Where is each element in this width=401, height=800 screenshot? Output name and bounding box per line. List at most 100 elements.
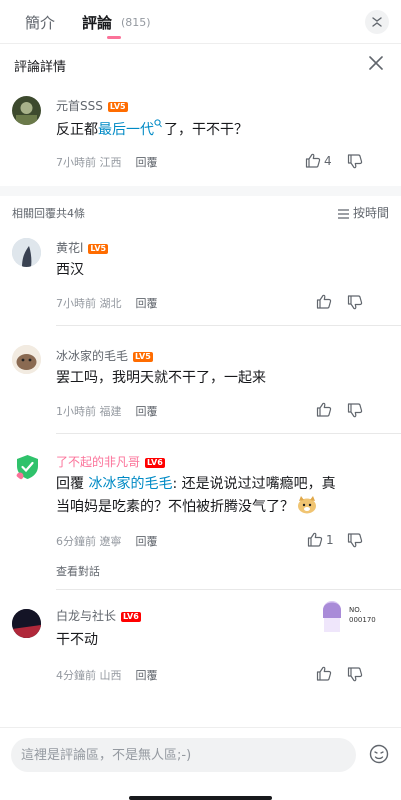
reply-text: 西汉	[56, 262, 84, 278]
tab-comments[interactable]: 評論	[82, 12, 112, 33]
username-text: 元首SSS	[56, 99, 103, 113]
thumbs-down-icon	[347, 154, 363, 169]
thumbs-up-icon	[316, 402, 332, 417]
close-button[interactable]	[367, 54, 385, 72]
time-location: 1小時前 福建	[56, 405, 122, 418]
thumbs-up-icon	[316, 666, 332, 681]
tab-intro[interactable]: 簡介	[25, 12, 55, 33]
reply-prefix: 回覆	[56, 476, 89, 492]
like-button[interactable]: 1	[307, 532, 334, 547]
comment-input[interactable]	[11, 738, 356, 772]
thumbs-down-icon	[347, 533, 363, 548]
reply-item: 了不起的非凡哥 LV6 回覆 冰冰家的毛毛: 还是说说过过嘴瘾吧，真当咱妈是吃素的…	[0, 444, 401, 590]
close-icon	[369, 56, 383, 70]
fan-badge: NO. 000170	[318, 598, 386, 634]
username-text: 白龙与社长	[56, 609, 117, 623]
thumbs-down-icon	[347, 667, 363, 682]
collapse-icon	[372, 17, 382, 27]
home-indicator	[129, 796, 272, 800]
doge-emoji-icon	[298, 496, 316, 514]
thumbs-down-icon	[347, 403, 363, 418]
comment-input-bar	[0, 727, 401, 800]
reply-item: 冰冰家的毛毛 LV5 罢工吗，我明天就不干了，一起来 1小時前 福建 回覆	[0, 336, 401, 434]
thumbs-up-icon	[316, 294, 332, 309]
like-button[interactable]	[316, 402, 332, 417]
reply-button[interactable]: 回覆	[136, 297, 158, 310]
reply-text: 干不动	[56, 632, 98, 648]
time-location: 7小時前 江西	[56, 156, 122, 169]
username-text: 黄花l	[56, 241, 84, 255]
reply-meta: 4分鐘前 山西 回覆	[56, 667, 158, 683]
comment-meta: 7小時前 江西 回覆	[56, 154, 158, 170]
time-location: 4分鐘前 山西	[56, 669, 122, 682]
reply-text: 回覆 冰冰家的毛毛: 还是说说过过嘴瘾吧，真当咱妈是吃素的？不怕被折腾没气了？	[56, 473, 338, 519]
like-button[interactable]: 4	[305, 153, 332, 168]
divider	[56, 325, 401, 326]
time-location: 6分鐘前 遼寧	[56, 535, 122, 548]
level-badge: LV5	[107, 102, 128, 112]
reply-item: 白龙与社长 LV6 干不动 NO. 000170 4分鐘前 山西 回覆	[0, 596, 401, 696]
thumbs-up-icon	[305, 153, 321, 168]
level-badge: LV6	[145, 458, 165, 468]
search-link[interactable]: 最后一代	[98, 122, 154, 138]
username[interactable]: 元首SSS LV5	[56, 97, 128, 114]
avatar[interactable]	[12, 96, 41, 125]
emoji-button[interactable]	[369, 744, 389, 768]
divider	[56, 433, 401, 434]
like-count: 1	[326, 533, 334, 547]
thumbs-down-icon	[347, 295, 363, 310]
reply-item: 黄花l LV5 西汉 7小時前 湖北 回覆	[0, 228, 401, 326]
divider	[56, 589, 401, 590]
view-conversation-link[interactable]: 查看對話	[56, 563, 100, 579]
level-badge: LV6	[121, 612, 141, 622]
fan-badge-avatar-icon	[323, 601, 341, 632]
like-button[interactable]	[316, 666, 332, 681]
search-icon	[154, 119, 162, 128]
dislike-button[interactable]	[347, 533, 363, 548]
username[interactable]: 白龙与社长 LV6	[56, 607, 141, 624]
reply-button[interactable]: 回覆	[136, 405, 158, 418]
fan-badge-number: NO. 000170	[349, 606, 376, 624]
mention-link[interactable]: 冰冰家的毛毛	[88, 476, 172, 492]
like-count: 4	[324, 154, 332, 168]
username[interactable]: 了不起的非凡哥 LV6	[56, 453, 165, 470]
level-badge: LV5	[133, 352, 153, 362]
reply-text: 罢工吗，我明天就不干了，一起来	[56, 370, 266, 386]
level-badge: LV5	[88, 244, 109, 254]
reply-button[interactable]: 回覆	[136, 156, 158, 169]
reply-button[interactable]: 回覆	[136, 535, 158, 548]
emoji-icon	[369, 744, 389, 764]
replies-count: 相關回覆共4條	[12, 207, 85, 220]
page-title: 評論詳情	[14, 60, 67, 75]
avatar[interactable]	[13, 452, 42, 481]
section-divider	[0, 186, 401, 196]
reply-meta: 7小時前 湖北 回覆	[56, 295, 158, 311]
comment-detail-header: 評論詳情	[0, 44, 401, 84]
username[interactable]: 黄花l LV5	[56, 239, 109, 256]
comment-text-before: 反正都	[56, 122, 98, 138]
username[interactable]: 冰冰家的毛毛 LV5	[56, 347, 153, 364]
top-tab-bar: 簡介 評論 (815)	[0, 0, 401, 44]
reply-meta: 1小時前 福建 回覆	[56, 403, 158, 419]
like-button[interactable]	[316, 294, 332, 309]
avatar[interactable]	[12, 609, 41, 638]
dislike-button[interactable]	[347, 154, 363, 169]
sort-icon	[337, 209, 349, 219]
dislike-button[interactable]	[347, 667, 363, 682]
dislike-button[interactable]	[347, 403, 363, 418]
collapse-button[interactable]	[365, 10, 389, 34]
avatar[interactable]	[12, 238, 41, 267]
sort-label: 按時間	[352, 206, 389, 220]
comment-text-after: 了，干不干？	[164, 122, 248, 138]
sort-button[interactable]: 按時間	[337, 204, 389, 221]
main-comment: 元首SSS LV5 反正都最后一代 了，干不干？ 7小時前 江西 回覆 4	[0, 84, 401, 184]
thumbs-up-icon	[307, 532, 323, 547]
dislike-button[interactable]	[347, 295, 363, 310]
active-tab-indicator	[107, 36, 121, 39]
reply-meta: 6分鐘前 遼寧 回覆	[56, 533, 158, 549]
avatar[interactable]	[12, 345, 41, 374]
comment-count: (815)	[121, 16, 151, 29]
username-text: 了不起的非凡哥	[56, 455, 141, 469]
comment-text: 反正都最后一代 了，干不干？	[56, 119, 338, 142]
reply-button[interactable]: 回覆	[136, 669, 158, 682]
